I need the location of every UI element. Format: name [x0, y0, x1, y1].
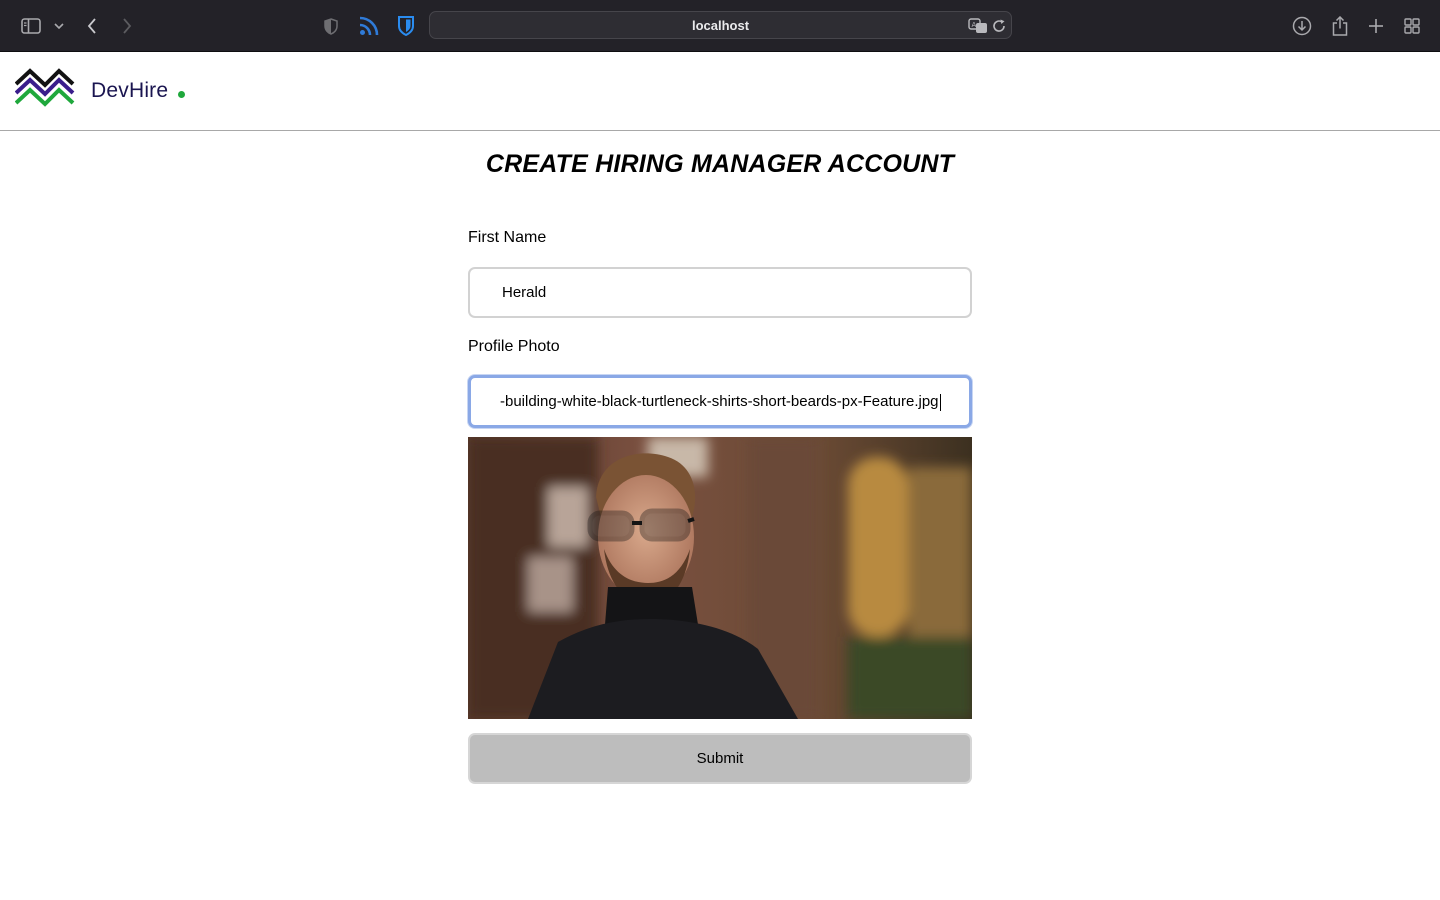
page-title: CREATE HIRING MANAGER ACCOUNT	[485, 150, 955, 178]
chevron-down-icon[interactable]	[53, 14, 65, 38]
sidebar-icon[interactable]	[20, 14, 42, 38]
profile-photo-input[interactable]: -building-white-black-turtleneck-shirts-…	[468, 375, 972, 428]
first-name-value: Herald	[502, 284, 547, 301]
submit-button[interactable]: Submit	[468, 733, 972, 784]
shield-icon[interactable]	[322, 14, 340, 38]
new-tab-icon[interactable]	[1367, 14, 1385, 38]
devhire-logo-icon[interactable]	[14, 66, 75, 117]
forward-icon[interactable]	[119, 14, 135, 38]
brand-name-part1: Dev	[91, 79, 129, 102]
back-icon[interactable]	[84, 14, 100, 38]
profile-photo-value: -building-white-black-turtleneck-shirts-…	[500, 393, 939, 410]
bitwarden-shield-icon[interactable]	[396, 14, 416, 38]
profile-photo-label: Profile Photo	[468, 338, 560, 355]
download-icon[interactable]	[1291, 14, 1313, 38]
translate-icon[interactable]: A	[967, 14, 989, 38]
address-bar[interactable]: localhost A	[429, 11, 1012, 39]
rss-icon[interactable]	[358, 14, 380, 38]
svg-text:A: A	[972, 21, 977, 29]
brand-name[interactable]: DevHire	[91, 79, 168, 103]
first-name-label: First Name	[468, 229, 547, 246]
address-bar-url: localhost	[691, 18, 750, 33]
share-icon[interactable]	[1330, 14, 1350, 38]
site-header: DevHire	[0, 53, 1440, 131]
text-caret	[939, 393, 941, 411]
brand-dot-icon	[178, 91, 185, 98]
tab-overview-icon[interactable]	[1403, 14, 1421, 38]
brand-name-part2: Hire	[128, 79, 169, 102]
profile-photo-preview	[468, 437, 972, 719]
reload-icon[interactable]	[991, 14, 1007, 38]
browser-toolbar: localhost A	[0, 0, 1440, 52]
first-name-input[interactable]: Herald	[468, 267, 972, 318]
